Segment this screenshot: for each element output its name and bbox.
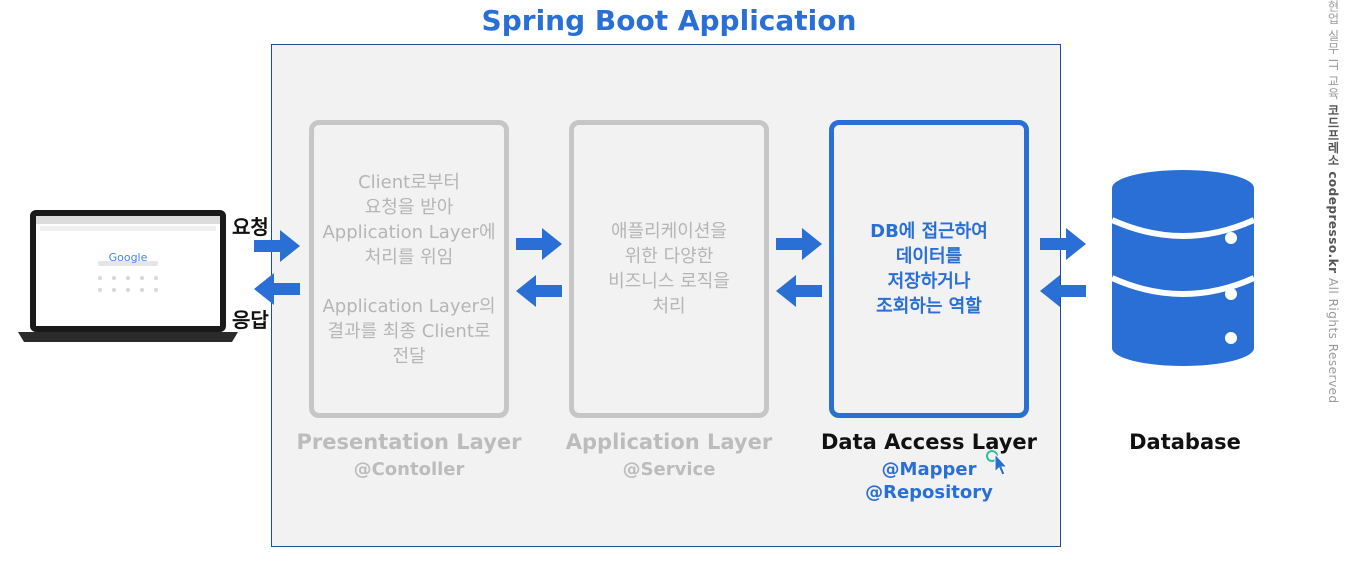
data-access-desc-line: DB에 접근하여 xyxy=(870,221,988,242)
data-access-desc-line: 데이터를 xyxy=(895,246,963,267)
application-layer-box: 애플리케이션을 위한 다양한 비즈니스 로직을 처리 xyxy=(569,120,769,418)
application-layer-name: Application Layer xyxy=(565,430,773,454)
watermark-prefix: 현업 실무 IT 교육 xyxy=(1326,0,1340,100)
application-to-presentation-arrow-icon xyxy=(516,275,562,307)
application-to-data-access-arrow-icon xyxy=(776,228,822,260)
presentation-layer-name: Presentation Layer xyxy=(296,430,522,454)
data-access-annotation-mapper: @Mapper xyxy=(881,459,977,480)
data-access-desc-line: 조회하는 역할 xyxy=(876,296,982,317)
presentation-desc-line: 처리를 위임 xyxy=(364,246,454,268)
presentation-desc-line: Application Layer의 xyxy=(322,295,496,317)
data-access-annotation-repository: @Repository xyxy=(865,482,993,503)
google-logo: Google xyxy=(108,251,148,264)
database-icon xyxy=(1112,170,1254,366)
presentation-desc-line: 요청을 받아 xyxy=(364,196,454,218)
application-annotation-service: @Service xyxy=(622,459,716,480)
database-label: Database xyxy=(1129,430,1241,454)
presentation-desc-line: 결과를 최종 Client로 xyxy=(327,320,491,342)
request-arrow-right-icon xyxy=(254,230,300,262)
response-label: 응답 xyxy=(232,308,269,332)
application-desc-line: 위한 다양한 xyxy=(624,246,714,267)
database-to-data-access-arrow-icon xyxy=(1040,275,1086,307)
copyright-watermark: 현업 실무 IT 교육 코드프레소 codepresso.kr All Righ… xyxy=(1322,0,1342,404)
watermark-suffix: All Rights Reserved xyxy=(1326,277,1340,404)
application-desc-line: 애플리케이션을 xyxy=(611,221,727,242)
presentation-to-application-arrow-icon xyxy=(516,228,562,260)
application-desc-line: 처리 xyxy=(652,296,686,317)
presentation-desc-line: Application Layer에 xyxy=(322,221,496,243)
laptop-client-icon xyxy=(18,210,238,342)
presentation-annotation-controller: @Contoller xyxy=(353,459,465,480)
diagram-title: Spring Boot Application xyxy=(481,4,857,37)
application-desc-line: 비즈니스 로직을 xyxy=(608,271,730,292)
data-access-to-database-arrow-icon xyxy=(1040,228,1086,260)
presentation-desc-line: Client로부터 xyxy=(358,171,460,193)
watermark-brand: 코드프레소 codepresso.kr xyxy=(1326,104,1340,274)
presentation-desc-line: 전달 xyxy=(392,345,426,367)
data-access-to-application-arrow-icon xyxy=(776,275,822,307)
response-arrow-left-icon xyxy=(254,273,300,305)
data-access-desc-line: 저장하거나 xyxy=(887,271,971,292)
mouse-cursor-icon xyxy=(986,450,1008,476)
data-access-layer-box: DB에 접근하여 데이터를 저장하거나 조회하는 역할 xyxy=(829,120,1029,418)
presentation-layer-box: Client로부터 요청을 받아 Application Layer에 처리를 … xyxy=(309,120,509,418)
data-access-layer-name: Data Access Layer xyxy=(820,430,1038,454)
